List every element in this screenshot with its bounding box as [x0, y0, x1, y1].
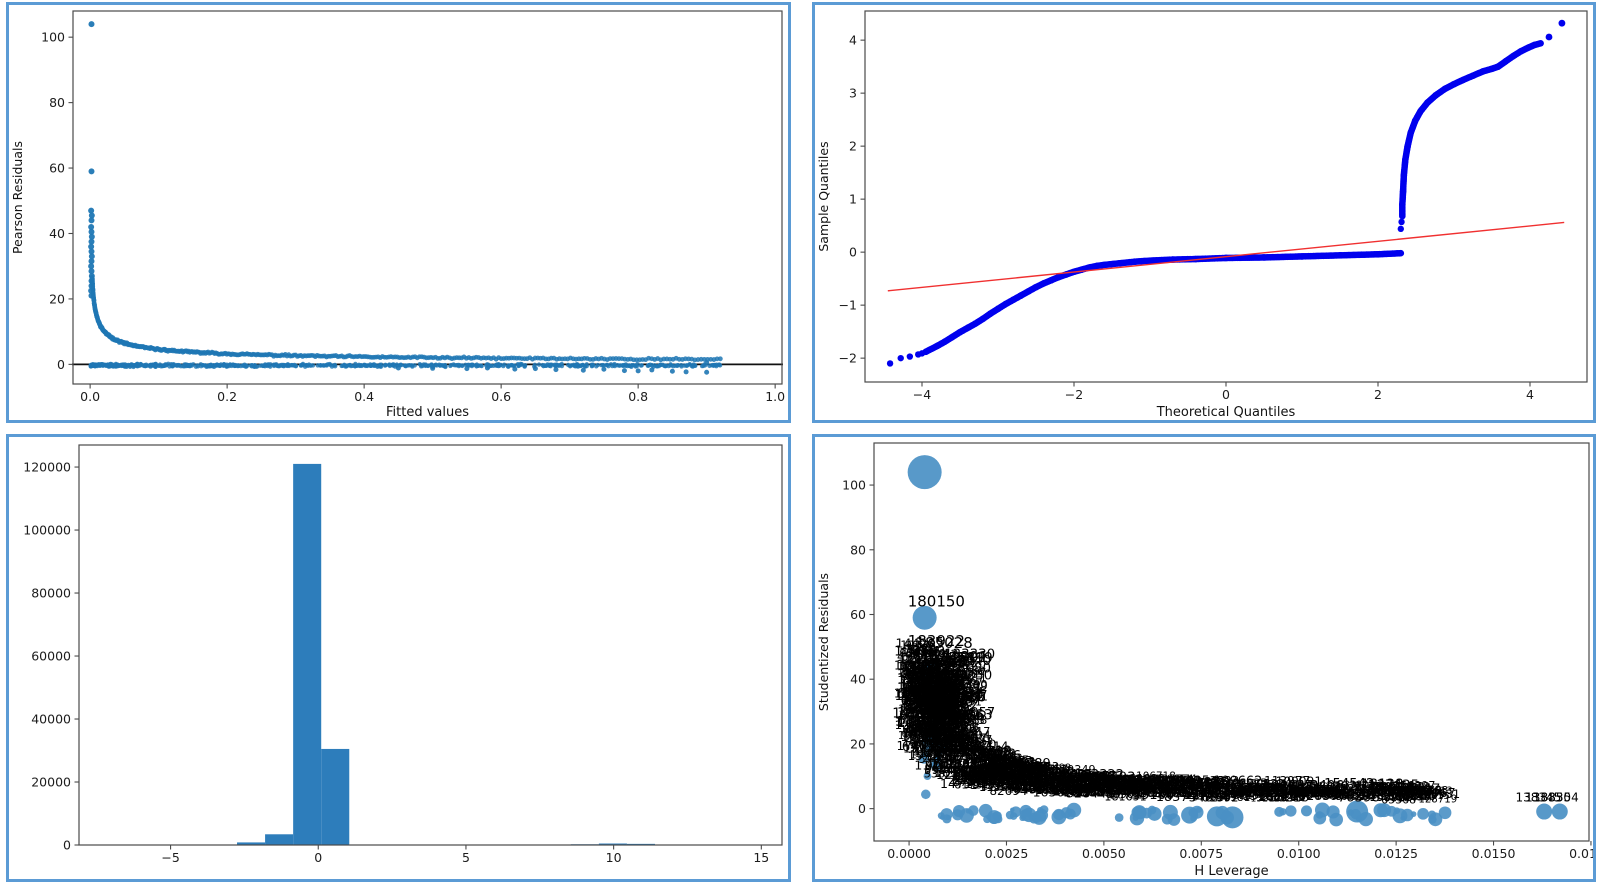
y-tick-label: 40 — [49, 226, 65, 241]
x-tick-label: 0.4 — [354, 389, 374, 404]
tl-plot-canvas: 0.0 0.2 0.4 0.6 0.8 1.0 0 20 40 60 80 100 Fitted val… — [9, 5, 788, 420]
y-axis-label: Studentized Residuals — [816, 573, 831, 711]
y-tick-label: 60 — [850, 607, 866, 622]
y-tick-label: 20 — [49, 291, 65, 306]
x-tick-label: −2 — [1065, 387, 1083, 402]
y-tick-label: 3 — [849, 86, 857, 101]
y-tick-label: 80 — [49, 95, 65, 110]
x-axis-label: Theoretical Quantiles — [1156, 405, 1296, 420]
x-tick-label: 2 — [1374, 387, 1382, 402]
y-tick-label: 20000 — [31, 775, 71, 790]
regression-diagnostics-figure: 0.00.20.40.60.81.0020406080100Fitted val… — [0, 0, 1611, 884]
x-tick-label: 0.0050 — [1082, 846, 1126, 861]
point-annotation: 180150 — [908, 592, 965, 610]
y-tick-label: 100000 — [23, 523, 71, 538]
x-tick-label: 0 — [314, 850, 322, 865]
y-tick-label: 80 — [850, 542, 866, 557]
y-tick-label: 100 — [41, 30, 65, 45]
br-plot-canvas: 7194314051612896957428684521833223491618… — [815, 437, 1593, 879]
x-tick-label: 1.0 — [765, 389, 785, 404]
x-tick-label: 0.0000 — [887, 846, 931, 861]
histogram-bar — [265, 834, 293, 845]
x-axis-label: Fitted values — [386, 405, 469, 420]
y-tick-label: 0 — [57, 357, 65, 372]
x-tick-label: 15 — [753, 850, 769, 865]
overlapping-id-label: 161668 — [931, 757, 978, 771]
x-tick-label: 5 — [462, 850, 470, 865]
x-tick-label: 0.2 — [217, 389, 237, 404]
panel-studentized-residuals-vs-leverage: 7194314051612896957428684521833223491618… — [812, 434, 1596, 882]
x-tick-label: 0.0150 — [1472, 846, 1516, 861]
point-annotation: 135789 — [1001, 757, 1051, 772]
x-tick-label: 0.0075 — [1179, 846, 1223, 861]
y-axis-label: Sample Quantiles — [816, 141, 831, 251]
y-tick-label: 2 — [849, 139, 857, 154]
point-annotation: 57604 — [916, 701, 957, 716]
x-tick-label: 0.0100 — [1277, 846, 1321, 861]
histogram-bar — [321, 749, 349, 845]
y-tick-label: 60000 — [31, 649, 71, 664]
y-tick-label: 80000 — [31, 586, 71, 601]
y-tick-label: 1 — [849, 192, 857, 207]
bl-plot-canvas: −5 0 5 10 15 0 20000 40000 60000 80000 100000 12000… — [9, 437, 788, 879]
point-annotation: 138354 — [1533, 791, 1579, 805]
point-annotation: 138270 — [1360, 789, 1410, 804]
overlapping-id-label: 100662 — [1213, 775, 1262, 790]
y-tick-label: 100 — [842, 478, 866, 493]
histogram-bar — [293, 464, 321, 845]
x-tick-label: 4 — [1526, 387, 1534, 402]
x-tick-label: 0.0 — [80, 389, 100, 404]
x-axis-label: H Leverage — [1194, 864, 1268, 879]
panel-residual-histogram: −5 0 5 10 15 0 20000 40000 60000 80000 100000 12000… — [6, 434, 791, 882]
point-annotation: 135264 — [1140, 775, 1194, 791]
y-tick-label: 40 — [850, 672, 866, 687]
x-tick-label: 0.0125 — [1374, 846, 1418, 861]
y-tick-label: 20 — [850, 736, 866, 751]
y-tick-label: 0 — [63, 838, 71, 853]
y-tick-label: 40000 — [31, 712, 71, 727]
x-tick-label: 10 — [606, 850, 622, 865]
overlapping-id-label: 26690 — [1062, 781, 1105, 796]
y-tick-label: 4 — [849, 33, 857, 48]
x-tick-label: 0.8 — [628, 389, 648, 404]
x-tick-label: 0.6 — [491, 389, 511, 404]
y-axis-label: Pearson Residuals — [10, 141, 25, 254]
x-tick-label: 0 — [1222, 387, 1230, 402]
y-tick-label: 60 — [49, 161, 65, 176]
y-tick-label: −1 — [839, 298, 857, 313]
y-tick-label: −2 — [839, 351, 857, 366]
overlapping-id-label: 99316 — [939, 731, 971, 742]
x-tick-label: 0.0175 — [1569, 846, 1593, 861]
x-tick-label: −4 — [913, 387, 931, 402]
panel-pearson-residuals-vs-fitted: 0.0 0.2 0.4 0.6 0.8 1.0 0 20 40 60 80 100 Fitted val… — [6, 2, 791, 423]
x-tick-label: −5 — [161, 850, 179, 865]
panel-normal-qq-plot: −4 −2 0 2 4 −2 −1 0 1 2 3 4 Theoretical Quantiles Sam… — [812, 2, 1596, 423]
y-tick-label: 0 — [858, 801, 866, 816]
y-tick-label: 0 — [849, 245, 857, 260]
x-tick-label: 0.0025 — [985, 846, 1029, 861]
y-tick-label: 120000 — [23, 460, 71, 475]
tr-plot-canvas: −4 −2 0 2 4 −2 −1 0 1 2 3 4 Theoretical Quantiles Sam… — [815, 5, 1593, 420]
